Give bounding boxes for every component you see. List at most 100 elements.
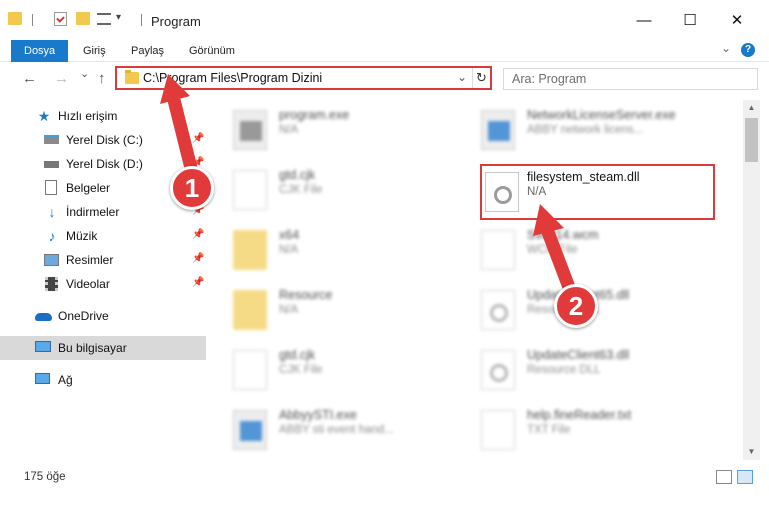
step-badge-2: 2 [554, 284, 598, 328]
search-input[interactable]: Ara: Program [512, 72, 586, 86]
help-icon[interactable]: ? [741, 43, 755, 57]
file-type: N/A [279, 244, 299, 256]
document-icon [233, 350, 267, 390]
file-name: program.exe [279, 108, 350, 122]
file-name: help.fineReader.txt [527, 408, 632, 422]
pin-icon: 📌 [192, 277, 205, 288]
chevron-down-icon[interactable]: ⌄ [457, 70, 467, 84]
up-icon[interactable]: ↑ [98, 70, 106, 87]
sidebar-item-label: İndirmeler [66, 205, 120, 219]
list-item[interactable]: help.fineReader.txt TXT File [463, 402, 703, 460]
list-item[interactable]: x64 N/A [215, 222, 455, 282]
separator-bar [141, 14, 142, 26]
properties-icon[interactable] [54, 12, 67, 26]
sidebar-item-label: Resimler [66, 253, 114, 267]
folder-icon [125, 70, 139, 84]
sidebar-item-downloads[interactable]: ↓ İndirmeler 📌 [0, 200, 206, 224]
gear-file-icon [485, 172, 519, 212]
sidebar-item-pictures[interactable]: Resimler 📌 [0, 248, 206, 272]
file-type: WCM File [527, 244, 578, 256]
file-name: filesystem_steam.dll [527, 170, 640, 184]
file-name: Resource [279, 288, 333, 302]
view-options-icon[interactable] [97, 13, 111, 25]
list-item[interactable]: SWP14.wcm WCM File [463, 222, 703, 282]
refresh-icon[interactable]: ↻ [472, 68, 490, 88]
pin-icon: 📌 [192, 253, 205, 264]
exe-icon [233, 410, 267, 450]
list-item[interactable]: gtd.cjk CJK File [215, 162, 455, 222]
sidebar-item-onedrive[interactable]: OneDrive [0, 304, 206, 328]
scroll-up-icon[interactable]: ▲ [743, 100, 760, 116]
list-item[interactable]: UpdateClient63.dll Resource DLL [463, 342, 703, 402]
back-icon[interactable]: ← [22, 70, 37, 87]
large-icons-view-icon[interactable] [737, 470, 753, 484]
list-item[interactable]: gtd.cjk CJK File [215, 342, 455, 402]
step-badge-1: 1 [170, 166, 214, 210]
drive-icon [44, 135, 59, 144]
minimize-button[interactable]: — [621, 0, 667, 40]
tab-share[interactable]: Paylaş [131, 40, 164, 62]
star-icon: ★ [37, 108, 51, 124]
file-name: SWP14.wcm [527, 228, 599, 242]
sidebar-item-quick-access[interactable]: ★ Hızlı erişim [0, 104, 206, 128]
maximize-button[interactable]: ☐ [667, 0, 713, 40]
new-folder-icon[interactable] [76, 12, 90, 25]
tab-file[interactable]: Dosya [11, 40, 69, 62]
file-type: N/A [527, 186, 547, 198]
list-item[interactable]: program.exe N/A [215, 102, 455, 162]
title-bar: ▾ Program — ☐ ✕ [0, 0, 769, 40]
status-bar: 175 öğe [0, 466, 769, 492]
customize-toolbar-icon[interactable]: ▾ [116, 12, 121, 23]
cloud-icon [35, 313, 52, 321]
recent-locations-icon[interactable]: ⌄ [80, 67, 89, 80]
list-item[interactable]: NetworkLicenseServer.exe ABBY network li… [463, 102, 703, 162]
folder-icon [8, 12, 22, 25]
navigation-pane: ★ Hızlı erişim Yerel Disk (C:) 📌 Yerel D… [0, 100, 206, 460]
sidebar-item-label: Yerel Disk (D:) [66, 157, 143, 171]
sidebar-item-label: OneDrive [58, 309, 109, 323]
sidebar-item-label: Ağ [58, 373, 73, 387]
scroll-down-icon[interactable]: ▼ [743, 444, 760, 460]
vertical-scrollbar[interactable]: ▲ ▼ [743, 100, 760, 460]
gear-file-icon [481, 350, 515, 390]
sidebar-item-network[interactable]: Ağ [0, 368, 206, 392]
highlighted-file-item[interactable]: filesystem_steam.dll N/A [480, 164, 715, 220]
sidebar-item-label: Yerel Disk (C:) [66, 133, 143, 147]
separator-bar [32, 14, 33, 26]
sidebar-item-this-pc[interactable]: Bu bilgisayar [0, 336, 206, 360]
document-icon [481, 230, 515, 270]
search-box[interactable]: Ara: Program [503, 68, 758, 90]
sidebar-item-videos[interactable]: Videolar 📌 [0, 272, 206, 296]
document-icon [233, 170, 267, 210]
list-item[interactable]: AbbyySTI.exe ABBY sti event hand... [215, 402, 455, 460]
file-name: UpdateClient63.dll [527, 348, 630, 362]
file-type: CJK File [279, 184, 323, 196]
sidebar-item-disk-c[interactable]: Yerel Disk (C:) 📌 [0, 128, 206, 152]
tab-view[interactable]: Görünüm [189, 40, 235, 62]
tab-home[interactable]: Giriş [83, 40, 106, 62]
file-type: TXT File [527, 424, 571, 436]
file-type: Resource DLL [527, 364, 601, 376]
ribbon-tabs: Dosya Giriş Paylaş Görünüm ⌄ ? [0, 40, 769, 62]
scroll-thumb[interactable] [745, 118, 758, 162]
close-button[interactable]: ✕ [714, 0, 760, 40]
sidebar-item-label: Bu bilgisayar [58, 341, 127, 355]
computer-icon [35, 341, 51, 352]
file-name: x64 [279, 228, 300, 242]
file-type: N/A [279, 124, 299, 136]
download-icon: ↓ [48, 204, 56, 220]
address-path[interactable]: C:\Program Files\Program Dizini [143, 71, 322, 85]
forward-icon[interactable]: → [54, 70, 69, 87]
gear-file-icon [481, 290, 515, 330]
expand-ribbon-icon[interactable]: ⌄ [721, 41, 731, 55]
file-list: program.exe N/A gtd.cjk CJK File x64 N/A… [215, 100, 743, 460]
folder-icon [233, 290, 267, 330]
address-bar[interactable]: C:\Program Files\Program Dizini ⌄ ↻ [115, 66, 492, 90]
pin-icon: 📌 [192, 229, 205, 240]
file-type: N/A [279, 304, 299, 316]
pictures-icon [44, 254, 59, 266]
sidebar-item-music[interactable]: ♪ Müzik 📌 [0, 224, 206, 248]
details-view-icon[interactable] [716, 470, 732, 484]
list-item[interactable]: Resource N/A [215, 282, 455, 342]
window-title: Program [151, 14, 201, 29]
